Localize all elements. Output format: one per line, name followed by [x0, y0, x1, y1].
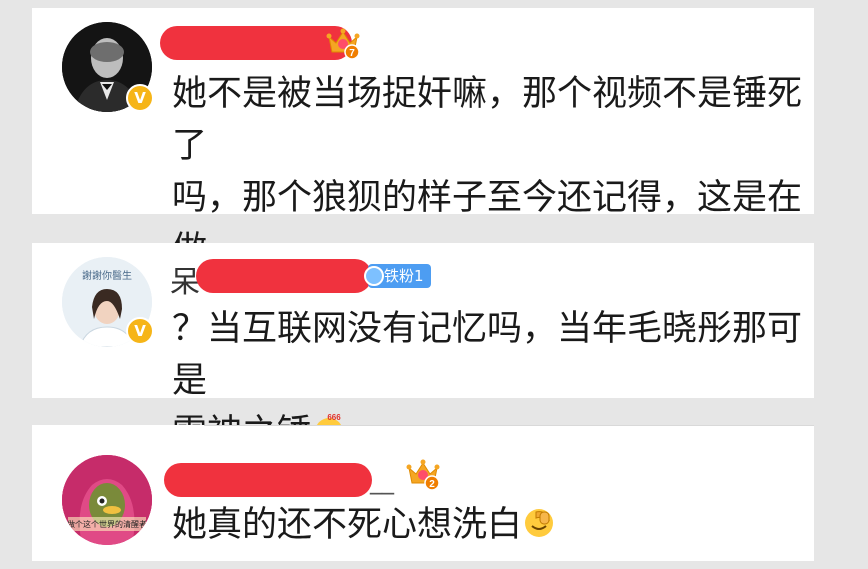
- avatar-caption: 做个这个世界的清醒者: [67, 519, 147, 529]
- fan-badge-label: 铁粉1: [384, 267, 424, 285]
- pink-hair-character-avatar: 做个这个世界的清醒者: [62, 455, 152, 545]
- divider: [204, 425, 814, 426]
- crown-level-badge-icon: 7: [326, 28, 360, 60]
- comment-card: 做个这个世界的清醒者 __ 2 她真的还不死心想洗白: [32, 425, 814, 561]
- avatar-caption: 謝謝你醫生: [82, 269, 132, 282]
- comment-line: 她真的还不死心想洗白: [172, 505, 523, 545]
- facepalm-emoji-icon: [525, 509, 554, 537]
- redacted-username[interactable]: [160, 26, 352, 60]
- fan-heart-icon: [364, 266, 384, 286]
- level-number: 7: [349, 48, 355, 59]
- svg-text:666: 666: [327, 413, 341, 422]
- username-suffix[interactable]: __: [370, 467, 394, 495]
- comment-line: 她不是被当场捉奸嘛，那个视频不是锤死了: [172, 74, 803, 166]
- level-number: 2: [429, 479, 435, 490]
- redacted-username[interactable]: [164, 463, 372, 497]
- user-avatar[interactable]: 做个这个世界的清醒者: [62, 455, 152, 545]
- comment-card: V 7 她不是被当场捉奸嘛，那个视频不是锤死了 吗，那个狼狈的样子至今还记得，这…: [32, 8, 814, 322]
- comment-line: ？当互联网没有记忆吗，当年毛晓彤那可是: [172, 309, 803, 401]
- fan-badge[interactable]: 铁粉1: [364, 264, 431, 288]
- crown-level-badge-icon: 2: [406, 459, 440, 491]
- comment-text: 她真的还不死心想洗白: [172, 499, 812, 551]
- comment-card: 謝謝你醫生 V 呆 铁粉1 ？当互联网没有记忆吗，当年毛晓彤那可是 雷神之锤 6…: [32, 243, 814, 453]
- verified-v-badge-icon: V: [126, 317, 154, 345]
- verified-v-badge-icon: V: [126, 84, 154, 112]
- redacted-username[interactable]: [196, 259, 372, 293]
